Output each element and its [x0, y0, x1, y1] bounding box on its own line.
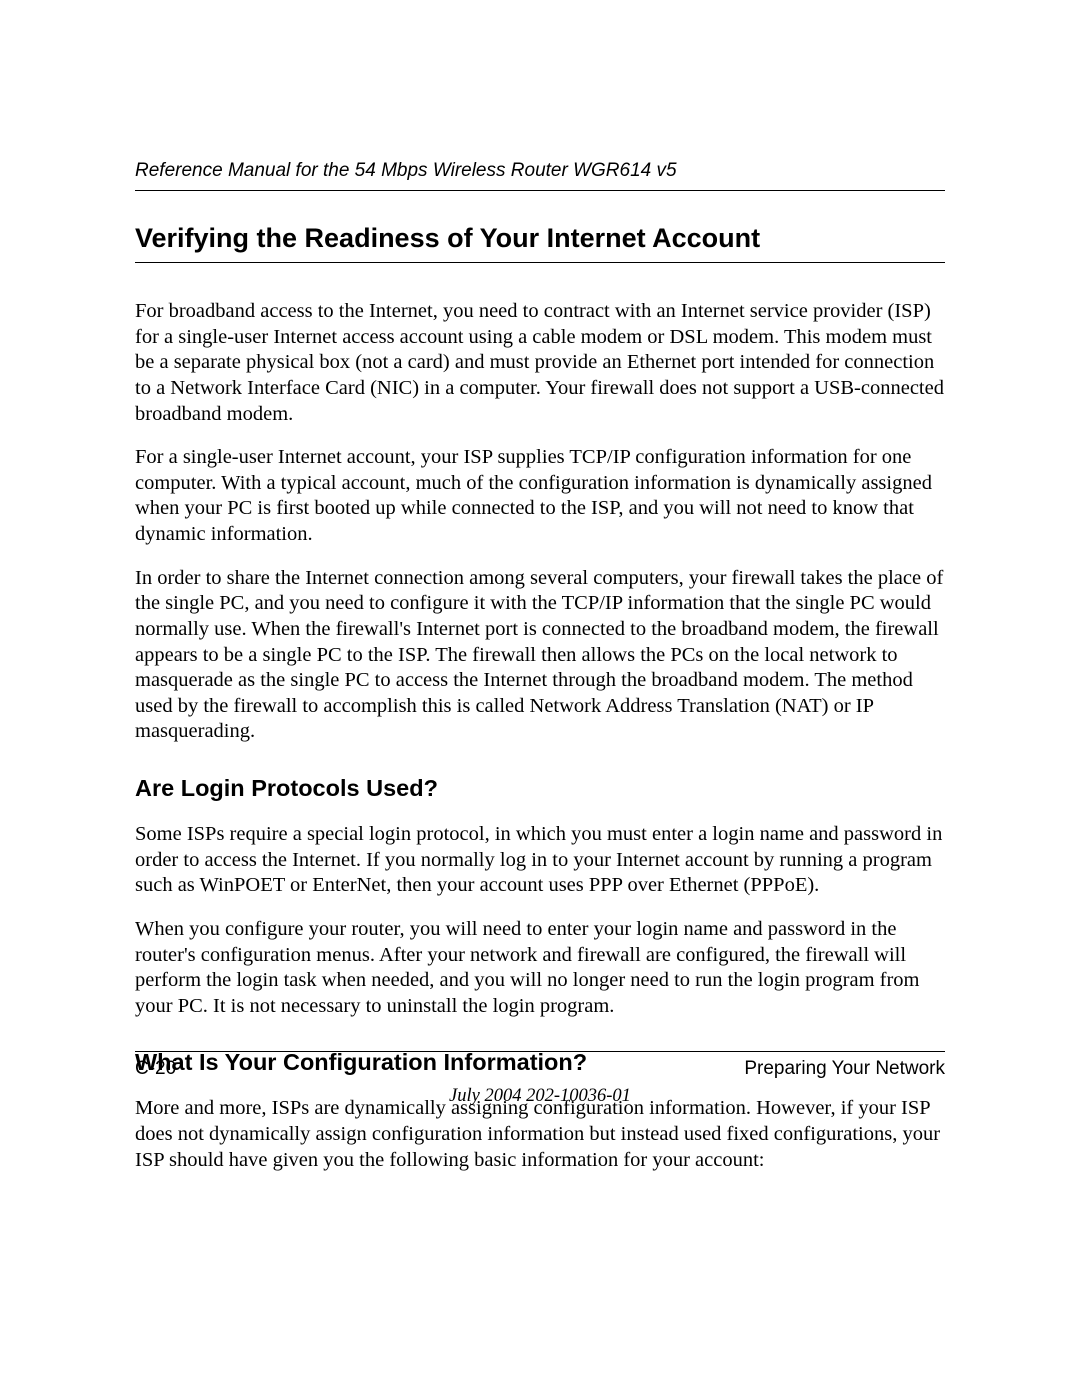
- paragraph-5: When you configure your router, you will…: [135, 917, 945, 1020]
- paragraph-3: In order to share the Internet connectio…: [135, 566, 945, 745]
- paragraph-1: For broadband access to the Internet, yo…: [135, 299, 945, 427]
- document-header: Reference Manual for the 54 Mbps Wireles…: [135, 160, 945, 191]
- footer-rule: [135, 1051, 945, 1052]
- page-number: C-20: [135, 1058, 176, 1080]
- sub-heading-1: Are Login Protocols Used?: [135, 775, 945, 802]
- section-title: Preparing Your Network: [744, 1058, 945, 1080]
- footer-date: July 2004 202-10036-01: [0, 1086, 1080, 1107]
- paragraph-2: For a single-user Internet account, your…: [135, 445, 945, 548]
- paragraph-4: Some ISPs require a special login protoc…: [135, 822, 945, 899]
- main-heading: Verifying the Readiness of Your Internet…: [135, 223, 945, 263]
- footer-line: C-20 Preparing Your Network: [135, 1058, 945, 1080]
- paragraph-6: More and more, ISPs are dynamically assi…: [135, 1096, 945, 1173]
